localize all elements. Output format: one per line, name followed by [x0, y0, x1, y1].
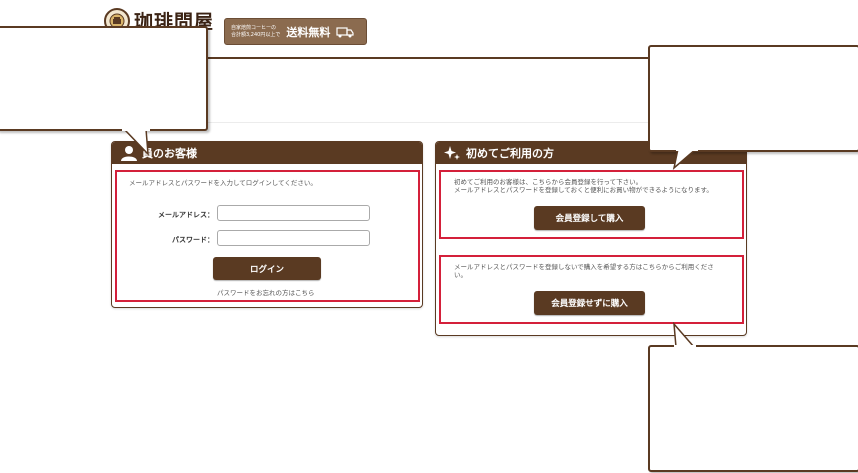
password-input[interactable]: [217, 230, 370, 246]
register-and-buy-button[interactable]: 会員登録して購入: [534, 206, 645, 230]
promo-line-2: 合計額3,240円以上で: [231, 31, 281, 38]
promo-main-text: 送料無料: [286, 25, 331, 39]
truck-icon: [336, 26, 354, 37]
callout-pointer-top-right: [672, 148, 699, 171]
callout-bottom-right: [648, 345, 858, 472]
guest-desc-line-2: い。: [454, 271, 467, 279]
free-shipping-banner[interactable]: 自家焙煎コーヒーの 合計額3,240円以上で 送料無料: [224, 18, 367, 45]
forgot-password-link[interactable]: パスワードをお忘れの方はこちら: [217, 287, 315, 297]
member-panel-header: 員のお客様: [112, 142, 422, 164]
callout-pointer-top-left: [122, 128, 150, 157]
register-desc-line-2: メールアドレスとパスワードを登録しておくと便利にお買い物ができるようになります。: [454, 186, 713, 194]
guest-buy-button[interactable]: 会員登録せずに購入: [534, 291, 645, 315]
callout-top-left: [0, 26, 208, 131]
first-panel-title: 初めてご利用の方: [466, 147, 554, 160]
password-label: パスワード：: [172, 236, 214, 244]
guest-desc-line-1: メールアドレスとパスワードを登録しないで購入を希望する方はこちらからご利用くださ: [454, 263, 714, 271]
promo-line-1: 自家焙煎コーヒーの: [231, 24, 277, 31]
login-button[interactable]: ログイン: [213, 257, 321, 280]
email-label: メールアドレス：: [158, 211, 214, 219]
callout-pointer-bottom-right: [673, 322, 696, 348]
member-login-panel: 員のお客様 メールアドレスとパスワードを入力してログインしてください。 メールア…: [111, 141, 423, 308]
login-description: メールアドレスとパスワードを入力してログインしてください。: [129, 179, 317, 187]
sparkle-icon: [444, 146, 460, 160]
callout-top-right: [648, 45, 858, 152]
email-input[interactable]: [217, 205, 370, 221]
